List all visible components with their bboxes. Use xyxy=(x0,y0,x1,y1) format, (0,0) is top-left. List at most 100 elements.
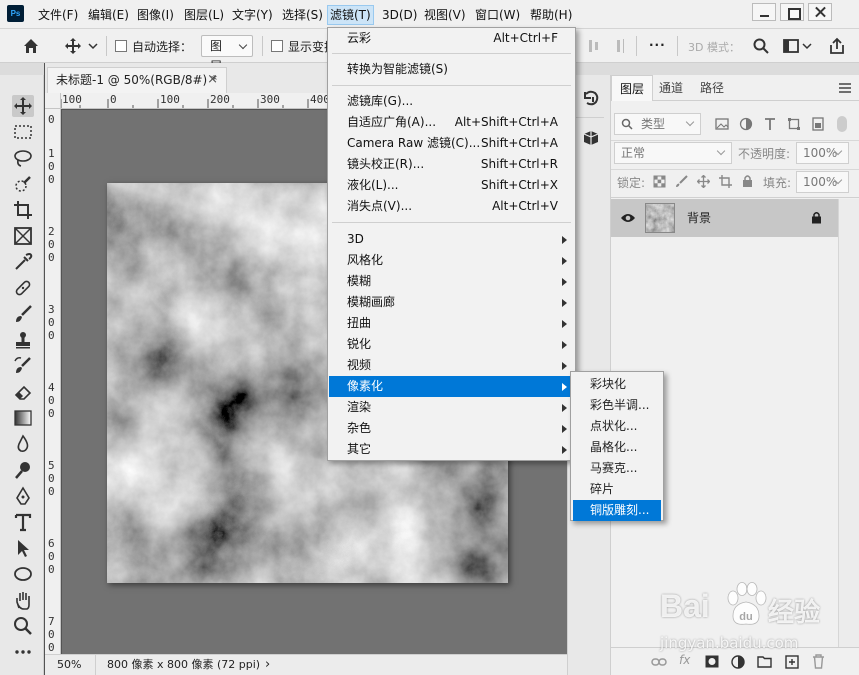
history-brush-tool[interactable] xyxy=(12,355,34,377)
layer-row-background[interactable]: 背景 xyxy=(611,199,838,237)
share-icon[interactable] xyxy=(828,37,846,55)
healing-brush-tool[interactable] xyxy=(12,277,34,299)
menu-layer[interactable]: 图层(L) xyxy=(184,6,224,24)
menu-item-fragment[interactable]: 碎片 xyxy=(573,479,661,500)
menu-item-convert-smart-filter[interactable]: 转换为智能滤镜(S) xyxy=(329,59,574,80)
menu-view[interactable]: 视图(V) xyxy=(424,6,466,24)
menu-item-color-halftone[interactable]: 彩色半调... xyxy=(573,395,661,416)
document-tab[interactable]: 未标题-1 @ 50%(RGB/8#) * × xyxy=(47,67,227,93)
more-options-icon[interactable]: ··· xyxy=(649,38,666,52)
menu-image[interactable]: 图像(I) xyxy=(137,6,174,24)
close-tab-icon[interactable]: × xyxy=(207,68,218,92)
panel-collapse-handle[interactable] xyxy=(0,63,44,75)
menu-item-lens-correction[interactable]: 镜头校正(R)... Shift+Ctrl+R xyxy=(329,154,574,175)
minimize-button[interactable] xyxy=(752,3,776,21)
lock-all-icon[interactable] xyxy=(741,174,754,188)
chevron-down-icon[interactable] xyxy=(802,41,812,51)
ruler-origin[interactable] xyxy=(45,93,61,109)
dodge-tool[interactable] xyxy=(12,459,34,481)
blend-mode-dropdown[interactable]: 正常 xyxy=(614,142,732,164)
menu-item-crystallize[interactable]: 晶格化... xyxy=(573,437,661,458)
vertical-ruler[interactable]: 0 1 0 0 2 0 0 3 0 0 4 0 0 5 0 0 6 0 0 7 … xyxy=(45,109,61,654)
hand-tool[interactable] xyxy=(12,589,34,611)
menu-item-blur[interactable]: 模糊 xyxy=(329,271,574,292)
panel-collapse-handle[interactable] xyxy=(611,63,859,75)
menu-item-distort[interactable]: 扭曲 xyxy=(329,313,574,334)
chevron-down-icon[interactable] xyxy=(88,41,98,51)
menu-item-blur-gallery[interactable]: 模糊画廊 xyxy=(329,292,574,313)
zoom-level[interactable]: 50% xyxy=(57,655,81,674)
adjustment-filter-icon[interactable] xyxy=(739,117,753,131)
clone-stamp-tool[interactable] xyxy=(12,329,34,351)
menu-item-adaptive-wide-angle[interactable]: 自适应广角(A)... Alt+Shift+Ctrl+A xyxy=(329,112,574,133)
move-tool[interactable] xyxy=(12,95,34,117)
menu-item-mezzotint[interactable]: 铜版雕刻... xyxy=(573,500,661,521)
marquee-tool[interactable] xyxy=(12,121,34,143)
menu-item-clouds[interactable]: 云彩 Alt+Ctrl+F xyxy=(329,28,574,49)
menu-3d[interactable]: 3D(D) xyxy=(382,6,417,24)
brush-tool[interactable] xyxy=(12,303,34,325)
menu-item-sharpen[interactable]: 锐化 xyxy=(329,334,574,355)
menu-item-liquify[interactable]: 液化(L)... Shift+Ctrl+X xyxy=(329,175,574,196)
move-tool-icon[interactable] xyxy=(64,37,82,55)
menu-filter[interactable]: 滤镜(T) xyxy=(327,5,374,25)
tab-layers[interactable]: 图层 xyxy=(611,75,654,101)
tab-channels[interactable]: 通道 xyxy=(651,75,691,101)
menu-select[interactable]: 选择(S) xyxy=(282,6,323,24)
menu-item-other[interactable]: 其它 xyxy=(329,439,574,460)
close-window-button[interactable] xyxy=(808,3,832,21)
layer-filter-kind[interactable]: 类型 xyxy=(614,113,701,135)
history-icon[interactable] xyxy=(582,89,600,107)
menu-item-video[interactable]: 视频 xyxy=(329,355,574,376)
lasso-tool[interactable] xyxy=(12,147,34,169)
tab-paths[interactable]: 路径 xyxy=(692,75,732,101)
menu-edit[interactable]: 编辑(E) xyxy=(88,6,129,24)
fill-input[interactable]: 100% xyxy=(796,171,849,193)
auto-select-target-dropdown[interactable]: 图层 xyxy=(201,35,253,73)
eraser-tool[interactable] xyxy=(12,381,34,403)
smart-object-filter-icon[interactable] xyxy=(811,117,825,131)
maximize-button[interactable] xyxy=(780,3,804,21)
menu-item-stylize[interactable]: 风格化 xyxy=(329,250,574,271)
3d-cube-icon[interactable] xyxy=(582,129,600,147)
menu-item-filter-gallery[interactable]: 滤镜库(G)... xyxy=(329,91,574,112)
show-transform-checkbox[interactable] xyxy=(271,40,283,52)
image-filter-icon[interactable] xyxy=(715,117,729,131)
lock-pixels-icon[interactable] xyxy=(675,175,688,188)
workspace-icon[interactable] xyxy=(782,37,800,55)
ellipse-tool[interactable] xyxy=(12,563,34,585)
menu-item-mosaic[interactable]: 马赛克... xyxy=(573,458,661,479)
shape-filter-icon[interactable] xyxy=(787,117,801,131)
menu-item-noise[interactable]: 杂色 xyxy=(329,418,574,439)
menu-item-pointillize[interactable]: 点状化... xyxy=(573,416,661,437)
panel-menu-icon[interactable] xyxy=(839,83,851,93)
blur-tool[interactable] xyxy=(12,433,34,455)
crop-tool[interactable] xyxy=(12,199,34,221)
menu-help[interactable]: 帮助(H) xyxy=(530,6,572,24)
eye-icon[interactable] xyxy=(620,212,636,224)
status-menu-arrow[interactable]: › xyxy=(265,655,270,674)
menu-item-camera-raw[interactable]: Camera Raw 滤镜(C)... Shift+Ctrl+A xyxy=(329,133,574,154)
gradient-tool[interactable] xyxy=(12,407,34,429)
distribute-icon[interactable] xyxy=(610,37,628,55)
layer-name[interactable]: 背景 xyxy=(687,209,711,226)
menu-type[interactable]: 文字(Y) xyxy=(232,6,273,24)
lock-transparent-icon[interactable] xyxy=(653,175,666,188)
search-icon[interactable] xyxy=(752,37,770,55)
zoom-tool[interactable] xyxy=(12,615,34,637)
menu-item-facet[interactable]: 彩块化 xyxy=(573,374,661,395)
align-icon[interactable] xyxy=(586,37,604,55)
auto-select-checkbox[interactable] xyxy=(115,40,127,52)
filter-toggle[interactable] xyxy=(837,116,847,132)
lock-position-icon[interactable] xyxy=(697,175,710,188)
more-tools[interactable] xyxy=(12,641,34,663)
path-selection-tool[interactable] xyxy=(12,537,34,559)
menu-item-render[interactable]: 渲染 xyxy=(329,397,574,418)
menu-item-3d[interactable]: 3D xyxy=(329,229,574,250)
pen-tool[interactable] xyxy=(12,485,34,507)
type-filter-icon[interactable] xyxy=(763,117,777,131)
type-tool[interactable] xyxy=(12,511,34,533)
menu-window[interactable]: 窗口(W) xyxy=(475,6,520,24)
menu-item-pixelate[interactable]: 像素化 xyxy=(329,376,574,397)
opacity-input[interactable]: 100% xyxy=(796,142,849,164)
